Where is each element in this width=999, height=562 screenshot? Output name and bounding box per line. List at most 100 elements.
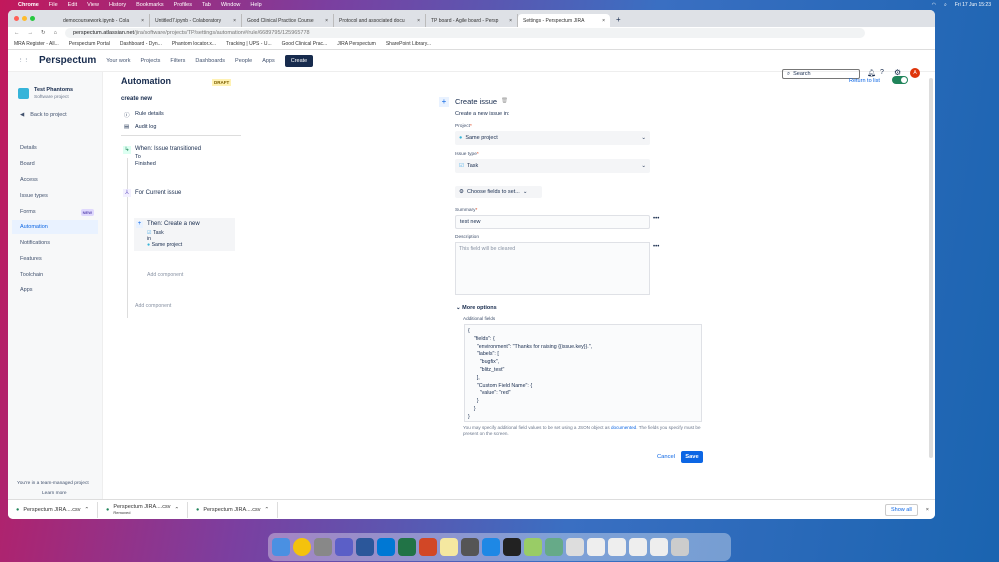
bookmark[interactable]: MRA Register - All...	[14, 41, 59, 47]
scrollbar[interactable]	[929, 78, 933, 458]
back-icon[interactable]: ←	[14, 30, 20, 36]
nav-dashboards[interactable]: Dashboards	[195, 58, 225, 64]
app-icon[interactable]	[545, 538, 563, 556]
system-preferences-icon[interactable]	[461, 538, 479, 556]
home-icon[interactable]: ⌂	[54, 30, 57, 36]
close-tab-icon[interactable]: ×	[509, 18, 512, 24]
browser-tab-active[interactable]: Settings - Perspectum JIRA ×	[518, 14, 610, 27]
additional-fields-json-input[interactable]: { "fields": { "environment": "Thanks for…	[464, 324, 702, 422]
bookmark[interactable]: Tracking | UPS - U...	[226, 41, 272, 47]
wifi-icon[interactable]: ◠	[932, 2, 936, 8]
sidebar-item-toolchain[interactable]: Toolchain	[12, 268, 98, 282]
download-item[interactable]: ● Perspectum JIRA....csv ⌃	[188, 501, 278, 518]
vpn-icon[interactable]	[503, 538, 521, 556]
bookmark[interactable]: JIRA Perspectum	[337, 41, 376, 47]
chrome-icon[interactable]	[293, 538, 311, 556]
perspectum-logo[interactable]: Perspectum	[39, 55, 96, 66]
chevron-up-icon[interactable]: ⌃	[264, 507, 269, 513]
app-icon[interactable]	[524, 538, 542, 556]
menu-help[interactable]: Help	[250, 2, 261, 8]
sidebar-item-details[interactable]: Details	[12, 141, 98, 155]
cancel-button[interactable]: Cancel	[657, 454, 675, 460]
browser-tab[interactable]: democoursework.ipynb - Cola ×	[58, 14, 150, 27]
add-component[interactable]: Add component	[135, 303, 171, 309]
search-icon[interactable]: ⌕	[944, 2, 947, 8]
description-textarea[interactable]: This field will be cleared	[455, 242, 650, 295]
more-options-toggle[interactable]: ⌄ More options	[456, 305, 497, 311]
menu-file[interactable]: File	[49, 2, 58, 8]
powerpoint-icon[interactable]	[419, 538, 437, 556]
nav-filters[interactable]: Filters	[170, 58, 185, 64]
issue-type-select[interactable]: ☑ Task ⌄	[455, 159, 650, 173]
sidebar-item-access[interactable]: Access	[12, 173, 98, 187]
chevron-up-icon[interactable]: ⌃	[84, 507, 89, 513]
document-icon[interactable]	[587, 538, 605, 556]
menu-view[interactable]: View	[87, 2, 99, 8]
choose-fields-button[interactable]: ⚙ Choose fields to set... ⌄	[455, 186, 542, 198]
excel-icon[interactable]	[398, 538, 416, 556]
browser-tab[interactable]: Untitled7.ipynb - Colaboratory ×	[150, 14, 242, 27]
browser-tab[interactable]: Protocol and associated docu ×	[334, 14, 426, 27]
avatar[interactable]: A	[910, 68, 920, 78]
close-window-button[interactable]	[14, 16, 19, 21]
audit-log-link[interactable]: Audit log	[135, 124, 156, 130]
bookmark[interactable]: Phantom locator.x...	[172, 41, 216, 47]
document-icon[interactable]	[629, 538, 647, 556]
document-icon[interactable]	[650, 538, 668, 556]
add-component-inner[interactable]: Add component	[147, 272, 183, 278]
sidebar-item-notifications[interactable]: Notifications	[12, 236, 98, 250]
bookmark[interactable]: Good Clinical Prac...	[282, 41, 328, 47]
branch-component[interactable]: For Current issue	[135, 190, 181, 196]
sidebar-item-issue-types[interactable]: Issue types	[12, 189, 98, 203]
sidebar-item-features[interactable]: Features	[12, 252, 98, 266]
minimize-window-button[interactable]	[22, 16, 27, 21]
nav-apps[interactable]: Apps	[262, 58, 275, 64]
documented-link[interactable]: documented	[611, 425, 636, 430]
sidebar-item-forms[interactable]: Forms NEW	[12, 205, 98, 219]
summary-more-icon[interactable]: •••	[653, 216, 659, 222]
help-icon[interactable]: ?	[880, 69, 884, 76]
download-item[interactable]: ● Perspectum JIRA....csv Removed ⌃	[98, 501, 188, 518]
sidebar-item-apps[interactable]: Apps	[12, 283, 98, 297]
rule-details-link[interactable]: Rule details	[135, 111, 164, 117]
close-tab-icon[interactable]: ×	[602, 18, 605, 24]
bookmark[interactable]: SharePoint Library...	[386, 41, 431, 47]
app-switcher-icon[interactable]: ⋮⋮	[18, 58, 29, 64]
trash-icon[interactable]	[671, 538, 689, 556]
notes-icon[interactable]	[440, 538, 458, 556]
rule-name[interactable]: create new	[121, 96, 152, 102]
outlook-icon[interactable]	[377, 538, 395, 556]
sidebar-item-board[interactable]: Board	[12, 157, 98, 171]
close-tab-icon[interactable]: ×	[141, 18, 144, 24]
menu-edit[interactable]: Edit	[68, 2, 77, 8]
learn-more-link[interactable]: Learn more	[42, 491, 67, 496]
nav-projects[interactable]: Projects	[141, 58, 161, 64]
menu-chrome[interactable]: Chrome	[18, 2, 39, 8]
create-button[interactable]: Create	[284, 54, 314, 67]
delete-icon[interactable]: 🗑︎	[501, 98, 508, 104]
reload-icon[interactable]: ↻	[41, 30, 46, 36]
close-tab-icon[interactable]: ×	[417, 18, 420, 24]
new-tab-button[interactable]: +	[610, 15, 621, 27]
menu-tab[interactable]: Tab	[202, 2, 211, 8]
menu-history[interactable]: History	[109, 2, 126, 8]
back-to-project[interactable]: ◀ Back to project	[12, 108, 98, 122]
word-icon[interactable]	[356, 538, 374, 556]
close-tab-icon[interactable]: ×	[325, 18, 328, 24]
nav-your-work[interactable]: Your work	[106, 58, 130, 64]
bookmark[interactable]: Perspectum Portal	[69, 41, 110, 47]
close-tab-icon[interactable]: ×	[233, 18, 236, 24]
teams-icon[interactable]	[335, 538, 353, 556]
rule-enabled-toggle[interactable]	[892, 76, 908, 84]
menu-window[interactable]: Window	[221, 2, 241, 8]
forward-icon[interactable]: →	[28, 30, 34, 36]
browser-tab[interactable]: Good Clinical Practice Course ×	[242, 14, 334, 27]
bluetooth-icon[interactable]	[482, 538, 500, 556]
notifications-icon[interactable]: 🔔︎	[867, 69, 876, 77]
document-icon[interactable]	[608, 538, 626, 556]
trigger-component[interactable]: When: Issue transitioned To Finished	[135, 146, 201, 169]
maximize-window-button[interactable]	[30, 16, 35, 21]
menu-bookmarks[interactable]: Bookmarks	[136, 2, 164, 8]
show-all-button[interactable]: Show all	[884, 503, 918, 516]
finder-icon[interactable]	[272, 538, 290, 556]
